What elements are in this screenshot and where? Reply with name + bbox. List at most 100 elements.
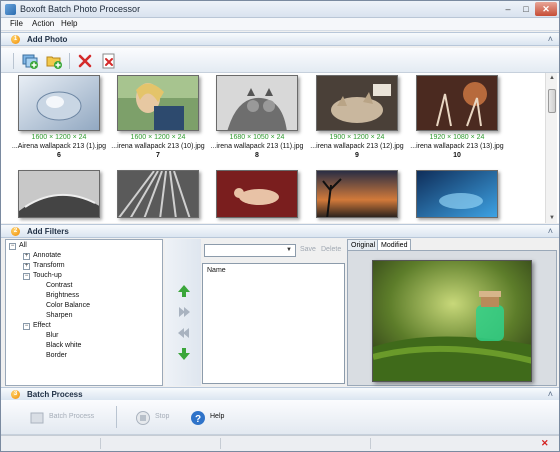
collapse-icon[interactable]: ˄ [548,34,553,44]
collapse-icon[interactable]: ˄ [548,389,553,399]
stop-button[interactable]: Stop [135,408,175,428]
move-up-button[interactable] [177,284,191,298]
photo-thumbnail[interactable] [316,75,398,131]
photo-filename: ...irena wallapack 213 (11).jpg [210,143,304,150]
add-photo-icon [22,54,38,69]
minimize-button[interactable]: – [499,2,517,16]
scroll-thumb[interactable] [548,89,556,113]
tree-item-all[interactable]: All [19,242,27,249]
process-icon [30,412,44,424]
status-bar: ✕ [1,435,559,451]
collapse-icon[interactable]: − [9,243,16,250]
remove-button[interactable] [76,52,94,70]
save-preset-button[interactable]: Save [300,246,316,253]
collapse-icon[interactable]: − [23,273,30,280]
preview-image [372,260,532,382]
photo-index: 9 [355,152,359,159]
photo-resolution: 1900 × 1200 × 24 [329,134,385,141]
photo-resolution: 1920 × 1080 × 24 [429,134,485,141]
filter-preset-dropdown[interactable]: ▼ [204,244,296,257]
photo-resolution: 1600 × 1200 × 24 [130,134,186,141]
tree-item-color-balance[interactable]: Color Balance [46,302,90,309]
preview-frame [347,250,557,386]
preview-picture [373,261,531,381]
photo-image [217,76,297,130]
photo-toolbar [1,48,559,73]
tree-item-border[interactable]: Border [46,352,67,359]
photo-scrollbar[interactable]: ▲ ▼ [545,73,557,223]
batch-process-button[interactable]: Batch Process [29,408,109,428]
collapse-icon[interactable]: ˄ [548,226,553,236]
menu-file[interactable]: File [10,19,23,28]
help-icon: ? [191,411,205,425]
tree-item-contrast[interactable]: Contrast [46,282,72,289]
status-segment [1,438,101,449]
photo-thumbnail[interactable] [416,75,498,131]
photo-image [118,171,198,217]
scroll-up-arrow[interactable]: ▲ [546,73,558,83]
maximize-button[interactable]: □ [517,2,535,16]
photo-thumbnail[interactable] [216,75,298,131]
photo-image [217,171,297,217]
tree-item-brightness[interactable]: Brightness [46,292,79,299]
filter-tree[interactable]: − All + Annotate + Transform − Touch-up … [5,239,163,386]
arrow-left-icon [178,328,189,338]
batch-process-title: Batch Process [27,390,83,399]
photo-thumbnail[interactable] [416,170,498,218]
add-photo-button[interactable] [21,52,39,70]
tree-item-effect[interactable]: Effect [33,322,51,329]
photo-thumbnail[interactable] [18,170,100,218]
move-down-button[interactable] [177,347,191,361]
add-filters-header[interactable]: 2 Add Filters ˄ [1,224,559,238]
remove-all-icon [102,53,115,69]
add-folder-icon [46,56,62,69]
menu-help[interactable]: Help [61,19,77,28]
collapse-icon[interactable]: − [23,323,30,330]
photo-resolution: 1680 × 1050 × 24 [229,134,285,141]
expand-icon[interactable]: + [23,263,30,270]
add-filter-button[interactable] [177,305,191,319]
menu-action[interactable]: Action [32,19,54,28]
photo-thumbnail[interactable] [216,170,298,218]
help-button[interactable]: ? Help [190,408,230,428]
remove-all-button[interactable] [100,52,118,70]
photo-image [317,76,397,130]
preview-panel: Original Modified [347,239,557,386]
tree-item-annotate[interactable]: Annotate [33,252,61,259]
expand-icon[interactable]: + [23,253,30,260]
close-button[interactable]: ✕ [535,2,557,16]
menu-bar: File Action Help [1,18,559,31]
tree-item-blur[interactable]: Blur [46,332,58,339]
window-title: Boxoft Batch Photo Processor [20,4,141,14]
svg-text:?: ? [195,414,201,425]
tree-item-touchup[interactable]: Touch-up [33,272,62,279]
photo-thumbnail[interactable] [18,75,100,131]
photo-filename: ...Airena wallapack 213 (1).jpg [11,143,107,150]
stop-icon [136,411,150,425]
photo-index: 10 [453,152,461,159]
photo-image [417,171,497,217]
scroll-down-arrow[interactable]: ▼ [546,213,558,223]
app-icon [5,4,16,15]
tree-item-black-white[interactable]: Black white [46,342,81,349]
applied-filters-list[interactable]: Name [202,263,345,384]
chevron-down-icon[interactable]: ▼ [284,246,294,255]
photo-grid[interactable]: 1600 × 1200 × 24 ...Airena wallapack 213… [1,73,559,223]
photo-thumbnail[interactable] [117,170,199,218]
arrow-right-icon [179,307,190,317]
photo-filename: ...irena wallapack 213 (12).jpg [310,143,404,150]
remove-filter-button[interactable] [177,326,191,340]
step-3-icon: 3 [11,390,20,399]
photo-thumbnail[interactable] [316,170,398,218]
delete-preset-button[interactable]: Delete [321,246,341,253]
add-photo-header[interactable]: 1 Add Photo ˄ [1,32,559,46]
close-status-icon[interactable]: ✕ [541,438,549,449]
add-folder-button[interactable] [45,52,63,70]
app-window: Boxoft Batch Photo Processor – □ ✕ File … [0,0,560,452]
tree-item-transform[interactable]: Transform [33,262,65,269]
arrow-up-icon [178,285,190,297]
tree-item-sharpen[interactable]: Sharpen [46,312,72,319]
batch-process-header[interactable]: 3 Batch Process ˄ [1,387,559,401]
photo-thumbnail[interactable] [117,75,199,131]
toolbar-separator [116,406,117,428]
